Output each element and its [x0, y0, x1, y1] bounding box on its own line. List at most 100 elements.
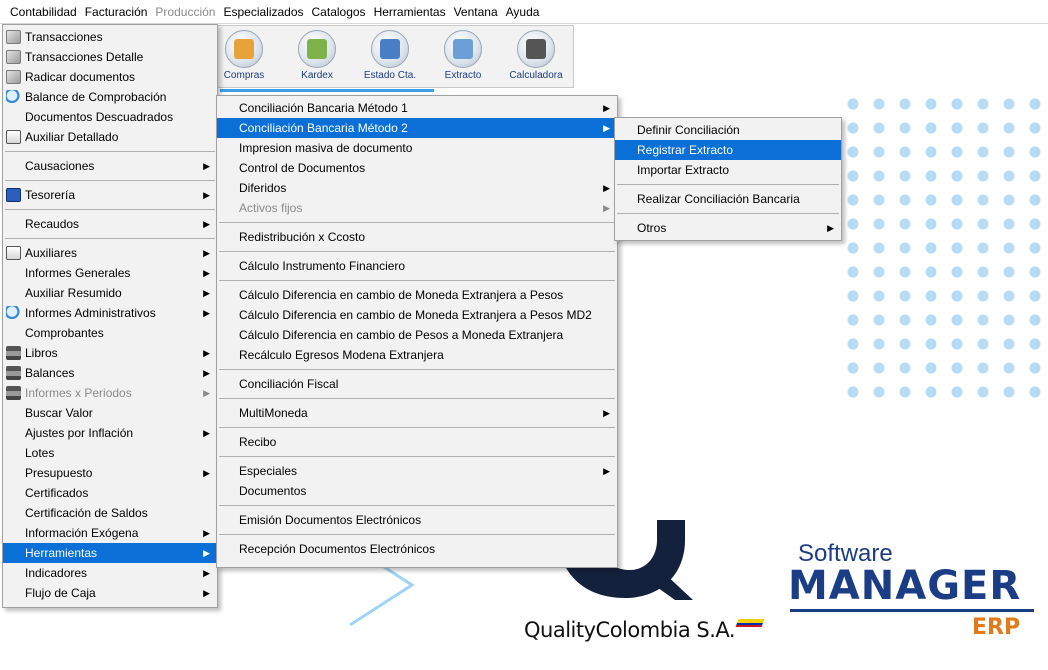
contabilidad-item-transacciones[interactable]: Transacciones: [3, 27, 217, 47]
herramientas-item-especiales[interactable]: Especiales ▶: [217, 461, 617, 481]
software-manager-erp-text: ERP: [972, 615, 1021, 640]
document-stack-icon: [6, 70, 21, 84]
herramientas-item-activos-fijos[interactable]: Activos fijos ▶: [217, 198, 617, 218]
contabilidad-item-balance-de-comprobacion[interactable]: Balance de Comprobación: [3, 87, 217, 107]
menu-item-label: Certificados: [25, 486, 89, 500]
toolbar-button-extracto[interactable]: Extracto: [430, 28, 496, 86]
contabilidad-item-flujo-de-caja[interactable]: Flujo de Caja ▶: [3, 583, 217, 603]
herramientas-item-recalculo-egresos-modena-extranjera[interactable]: Recálculo Egresos Modena Extranjera: [217, 345, 617, 365]
herramientas-item-calculo-diferencia-en-cambio-de-moneda-extranjera-a-pesos[interactable]: Cálculo Diferencia en cambio de Moneda E…: [217, 285, 617, 305]
menu-item-label: Conciliación Fiscal: [239, 377, 339, 391]
contabilidad-item-causaciones[interactable]: Causaciones ▶: [3, 156, 217, 176]
statement-icon: [371, 30, 409, 68]
toolbar-active-indicator: [220, 89, 434, 92]
toolbar-button-compras[interactable]: Compras: [211, 28, 277, 86]
herramientas-item-conciliacion-bancaria-metodo-2[interactable]: Conciliación Bancaria Método 2 ▶: [217, 118, 617, 138]
contabilidad-item-balances[interactable]: Balances ▶: [3, 363, 217, 383]
menu-separator: [219, 534, 615, 535]
contabilidad-item-auxiliares[interactable]: Auxiliares ▶: [3, 243, 217, 263]
calculator-icon: [517, 30, 555, 68]
menu-item-label: Emisión Documentos Electrónicos: [239, 513, 422, 527]
menu-item-label: Comprobantes: [25, 326, 104, 340]
menu-item-label: Flujo de Caja: [25, 586, 96, 600]
contabilidad-item-libros[interactable]: Libros ▶: [3, 343, 217, 363]
menu-separator: [219, 369, 615, 370]
menu-item-label: Herramientas: [25, 546, 98, 560]
menu-item-label: Informes Administrativos: [25, 306, 156, 320]
menubar-item-contabilidad[interactable]: Contabilidad: [6, 0, 81, 24]
printer-icon: [6, 386, 21, 400]
herramientas-item-calculo-diferencia-en-cambio-de-pesos-a-moneda-extranjera[interactable]: Cálculo Diferencia en cambio de Pesos a …: [217, 325, 617, 345]
menubar-item-herramientas[interactable]: Herramientas: [370, 0, 450, 24]
menubar: Contabilidad Facturación Producción Especia…: [0, 0, 1048, 24]
submenu-arrow-icon: ▶: [203, 428, 210, 438]
contabilidad-item-transacciones-detalle[interactable]: Transacciones Detalle: [3, 47, 217, 67]
software-manager-title: MANAGER: [788, 563, 1022, 609]
herramientas-item-redistribucion-x-ccosto[interactable]: Redistribución x Ccosto: [217, 227, 617, 247]
menu-item-label: Recibo: [239, 435, 277, 449]
toolbar-button-label: Calculadora: [509, 70, 563, 81]
herramientas-item-conciliacion-fiscal[interactable]: Conciliación Fiscal: [217, 374, 617, 394]
contabilidad-item-tesoreria[interactable]: Tesorería ▶: [3, 185, 217, 205]
herramientas-item-calculo-instrumento-financiero[interactable]: Cálculo Instrumento Financiero: [217, 256, 617, 276]
kardex-icon: [298, 30, 336, 68]
conciliacion-m2-item-realizar-conciliacion-bancaria[interactable]: Realizar Conciliación Bancaria: [615, 189, 841, 209]
toolbar-button-estado-cta[interactable]: Estado Cta.: [357, 28, 423, 86]
contabilidad-item-presupuesto[interactable]: Presupuesto ▶: [3, 463, 217, 483]
conciliacion-m2-item-importar-extracto[interactable]: Importar Extracto: [615, 160, 841, 180]
herramientas-item-conciliacion-bancaria-metodo-1[interactable]: Conciliación Bancaria Método 1 ▶: [217, 98, 617, 118]
herramientas-item-calculo-diferencia-en-cambio-de-moneda-extranjera-a-pesos-md2[interactable]: Cálculo Diferencia en cambio de Moneda E…: [217, 305, 617, 325]
menubar-item-catalogos[interactable]: Catalogos: [308, 0, 370, 24]
menu-item-label: Información Exógena: [25, 526, 139, 540]
conciliacion-m2-item-definir-conciliacion[interactable]: Definir Conciliación: [615, 120, 841, 140]
contabilidad-item-auxiliar-resumido[interactable]: Auxiliar Resumido ▶: [3, 283, 217, 303]
submenu-arrow-icon: ▶: [203, 248, 210, 258]
herramientas-item-control-de-documentos[interactable]: Control de Documentos: [217, 158, 617, 178]
menubar-item-produccion[interactable]: Producción: [151, 0, 219, 24]
menu-item-label: Auxiliares: [25, 246, 78, 260]
toolbar-button-kardex[interactable]: Kardex: [284, 28, 350, 86]
toolbar-button-calculadora[interactable]: Calculadora: [503, 28, 569, 86]
conciliacion-m2-item-otros[interactable]: Otros ▶: [615, 218, 841, 238]
document-stack-icon: [6, 30, 21, 44]
contabilidad-item-radicar-documentos[interactable]: Radicar documentos: [3, 67, 217, 87]
contabilidad-item-documentos-descuadrados[interactable]: Documentos Descuadrados: [3, 107, 217, 127]
menu-item-label: Documentos: [239, 484, 307, 498]
menu-item-label: Transacciones Detalle: [25, 50, 144, 64]
menubar-item-facturacion[interactable]: Facturación: [81, 0, 152, 24]
menu-separator: [5, 238, 215, 239]
contabilidad-item-indicadores[interactable]: Indicadores ▶: [3, 563, 217, 583]
contabilidad-item-recaudos[interactable]: Recaudos ▶: [3, 214, 217, 234]
menubar-item-ayuda[interactable]: Ayuda: [502, 0, 544, 24]
contabilidad-item-informacion-exogena[interactable]: Información Exógena ▶: [3, 523, 217, 543]
contabilidad-item-ajustes-por-inflacion[interactable]: Ajustes por Inflación ▶: [3, 423, 217, 443]
toolbar-button-label: Extracto: [444, 70, 482, 81]
menu-separator: [617, 213, 839, 214]
menu-item-label: Realizar Conciliación Bancaria: [637, 192, 800, 206]
menubar-item-ventana[interactable]: Ventana: [450, 0, 502, 24]
herramientas-item-documentos[interactable]: Documentos: [217, 481, 617, 501]
contabilidad-item-informes-generales[interactable]: Informes Generales ▶: [3, 263, 217, 283]
herramientas-item-recepcion-documentos-electronicos[interactable]: Recepción Documentos Electrónicos: [217, 539, 617, 559]
contabilidad-item-lotes[interactable]: Lotes: [3, 443, 217, 463]
menu-separator: [219, 222, 615, 223]
submenu-arrow-icon: ▶: [203, 348, 210, 358]
menubar-item-especializados[interactable]: Especializados: [219, 0, 307, 24]
conciliacion-m2-item-registrar-extracto[interactable]: Registrar Extracto: [615, 140, 841, 160]
contabilidad-item-informes-administrativos[interactable]: Informes Administrativos ▶: [3, 303, 217, 323]
contabilidad-item-certificacion-de-saldos[interactable]: Certificación de Saldos: [3, 503, 217, 523]
herramientas-item-recibo[interactable]: Recibo: [217, 432, 617, 452]
contabilidad-item-certificados[interactable]: Certificados: [3, 483, 217, 503]
contabilidad-item-buscar-valor[interactable]: Buscar Valor: [3, 403, 217, 423]
contabilidad-item-informes-x-periodos[interactable]: Informes x Periodos ▶: [3, 383, 217, 403]
contabilidad-item-comprobantes[interactable]: Comprobantes: [3, 323, 217, 343]
herramientas-item-diferidos[interactable]: Diferidos ▶: [217, 178, 617, 198]
menu-separator: [5, 180, 215, 181]
contabilidad-item-herramientas[interactable]: Herramientas ▶: [3, 543, 217, 563]
submenu-arrow-icon: ▶: [203, 268, 210, 278]
notebook-icon: [6, 246, 21, 260]
herramientas-item-multimoneda[interactable]: MultiMoneda ▶: [217, 403, 617, 423]
herramientas-item-impresion-masiva-de-documento[interactable]: Impresion masiva de documento: [217, 138, 617, 158]
herramientas-item-emision-documentos-electronicos[interactable]: Emisión Documentos Electrónicos: [217, 510, 617, 530]
contabilidad-item-auxiliar-detallado[interactable]: Auxiliar Detallado: [3, 127, 217, 147]
